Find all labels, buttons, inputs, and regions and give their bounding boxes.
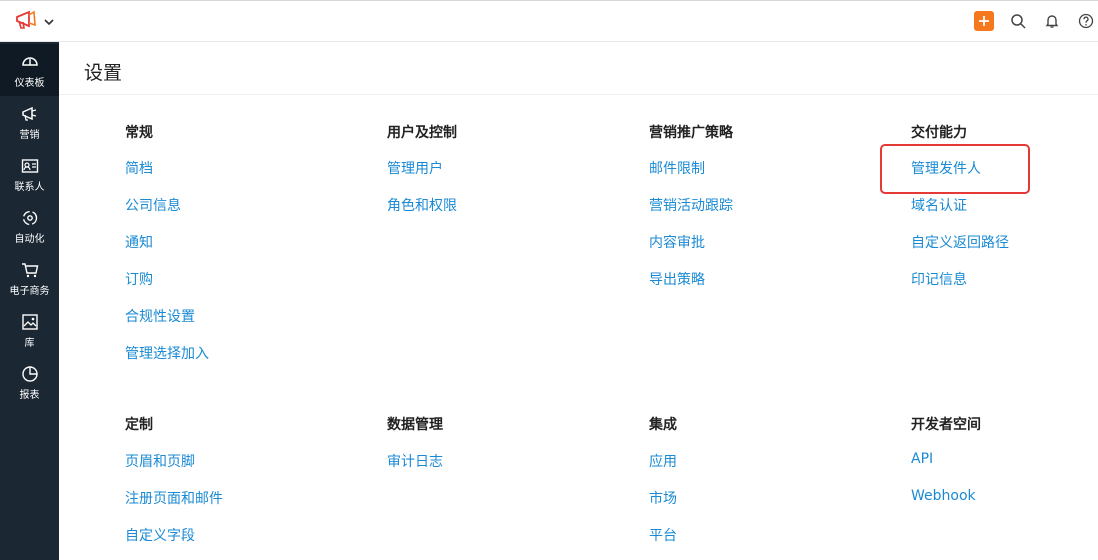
plus-icon[interactable] [974, 11, 994, 31]
top-actions [974, 11, 1098, 31]
link-roles-permissions[interactable]: 角色和权限 [387, 195, 457, 215]
sidebar-item-automation[interactable]: 自动化 [0, 200, 59, 252]
link-manage-users[interactable]: 管理用户 [387, 158, 443, 178]
link-notifications[interactable]: 通知 [125, 232, 153, 252]
link-compliance[interactable]: 合规性设置 [125, 306, 195, 326]
sidebar-item-label: 仪表板 [14, 78, 45, 89]
dashboard-icon [21, 57, 38, 66]
sidebar-item-ecommerce[interactable]: 电子商务 [0, 252, 59, 304]
sidebar: 仪表板 营销 联系人 自动化 电子商务 库 报表 [0, 42, 59, 560]
top-bar [0, 0, 1098, 42]
chevron-down-icon [43, 13, 55, 32]
bell-icon[interactable] [1042, 11, 1062, 31]
link-campaign-tracking[interactable]: 营销活动跟踪 [649, 195, 733, 215]
link-content-approval[interactable]: 内容审批 [649, 232, 705, 252]
sidebar-item-library[interactable]: 库 [0, 304, 59, 356]
link-profile[interactable]: 简档 [125, 158, 153, 178]
settings-main: 设置 常规 简档 公司信息 通知 订购 合规性设置 管理选择加入 用户及控制 管… [59, 42, 1098, 560]
pie-chart-icon [21, 366, 38, 382]
automation-icon [22, 210, 37, 226]
cart-icon [21, 263, 38, 278]
link-manage-senders[interactable]: 管理发件人 [911, 158, 981, 178]
megaphone-icon [21, 106, 36, 121]
sidebar-item-label: 报表 [19, 390, 40, 401]
sidebar-item-label: 库 [24, 338, 35, 349]
link-audit-log[interactable]: 审计日志 [387, 451, 443, 471]
link-domain-auth[interactable]: 域名认证 [911, 195, 967, 215]
link-custom-return-path[interactable]: 自定义返回路径 [911, 232, 1009, 252]
sidebar-item-label: 联系人 [14, 182, 45, 193]
sidebar-item-marketing[interactable]: 营销 [0, 96, 59, 148]
gallery-icon [21, 314, 38, 330]
group-title-general: 常规 [125, 125, 153, 141]
search-icon[interactable] [1008, 11, 1028, 31]
group-title-deliverability: 交付能力 [911, 125, 967, 141]
link-company-info[interactable]: 公司信息 [125, 195, 181, 215]
link-custom-fields[interactable]: 自定义字段 [125, 525, 195, 545]
group-title-marketing-policy: 营销推广策略 [649, 125, 733, 141]
help-icon[interactable] [1076, 11, 1096, 31]
divider [59, 94, 1098, 95]
link-export-policy[interactable]: 导出策略 [649, 269, 705, 289]
sidebar-item-label: 营销 [19, 130, 40, 141]
contact-card-icon [21, 159, 38, 173]
link-webhook[interactable]: Webhook [911, 488, 976, 504]
link-marketplace[interactable]: 市场 [649, 488, 677, 508]
sidebar-item-label: 电子商务 [9, 286, 50, 297]
link-manage-opt-in[interactable]: 管理选择加入 [125, 343, 209, 363]
sidebar-item-contacts[interactable]: 联系人 [0, 148, 59, 200]
link-apps[interactable]: 应用 [649, 451, 677, 471]
link-header-footer[interactable]: 页眉和页脚 [125, 451, 195, 471]
link-email-limits[interactable]: 邮件限制 [649, 158, 705, 178]
link-signup-pages[interactable]: 注册页面和邮件 [125, 488, 223, 508]
link-platform[interactable]: 平台 [649, 525, 677, 545]
link-subscription[interactable]: 订购 [125, 269, 153, 289]
megaphone-logo-icon [14, 9, 38, 35]
group-title-developer-space: 开发者空间 [911, 417, 981, 433]
link-imprint-info[interactable]: 印记信息 [911, 269, 967, 289]
group-title-customization: 定制 [125, 417, 153, 433]
link-api[interactable]: API [911, 451, 933, 467]
group-title-integrations: 集成 [649, 417, 677, 433]
sidebar-item-dashboard[interactable]: 仪表板 [0, 44, 59, 96]
sidebar-item-label: 自动化 [14, 234, 45, 245]
app-switcher[interactable] [14, 10, 62, 34]
sidebar-item-reports[interactable]: 报表 [0, 356, 59, 408]
page-title: 设置 [84, 62, 123, 84]
group-title-users: 用户及控制 [387, 125, 457, 141]
group-title-data-management: 数据管理 [387, 417, 443, 433]
